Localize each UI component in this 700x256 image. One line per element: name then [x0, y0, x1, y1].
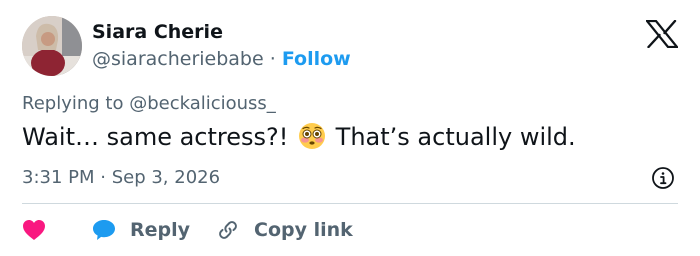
info-icon[interactable] [651, 166, 675, 190]
x-logo-icon[interactable] [644, 19, 680, 49]
heart-icon [23, 220, 45, 240]
tweet-text: Wait… same actress?! That’s actually wil… [22, 122, 576, 151]
reply-button[interactable]: Reply [92, 219, 216, 241]
separator-dot: · [269, 48, 276, 70]
author-display-name[interactable]: Siara Cherie [92, 21, 223, 43]
copy-link-button[interactable]: Copy link [216, 218, 353, 242]
divider [22, 203, 678, 204]
avatar[interactable] [22, 16, 82, 76]
author-handle-row: @siaracheriebabe · Follow [92, 48, 351, 70]
flushed-face-emoji-icon [299, 123, 326, 149]
link-icon [219, 221, 237, 239]
copy-link-label: Copy link [254, 219, 353, 241]
follow-button[interactable]: Follow [282, 48, 351, 70]
replying-to[interactable]: Replying to @beckaliciouss_ [22, 93, 276, 114]
reply-label: Reply [130, 219, 191, 241]
speech-bubble-icon [93, 220, 115, 240]
author-handle[interactable]: @siaracheriebabe [92, 48, 264, 70]
tweet-text-part-1: Wait… same actress?! [22, 123, 289, 151]
like-button[interactable] [22, 219, 92, 241]
tweet-timestamp[interactable]: 3:31 PM · Sep 3, 2026 [22, 167, 220, 188]
tweet-text-part-2: That’s actually wild. [335, 123, 576, 151]
action-bar: Reply Copy link [22, 216, 353, 244]
